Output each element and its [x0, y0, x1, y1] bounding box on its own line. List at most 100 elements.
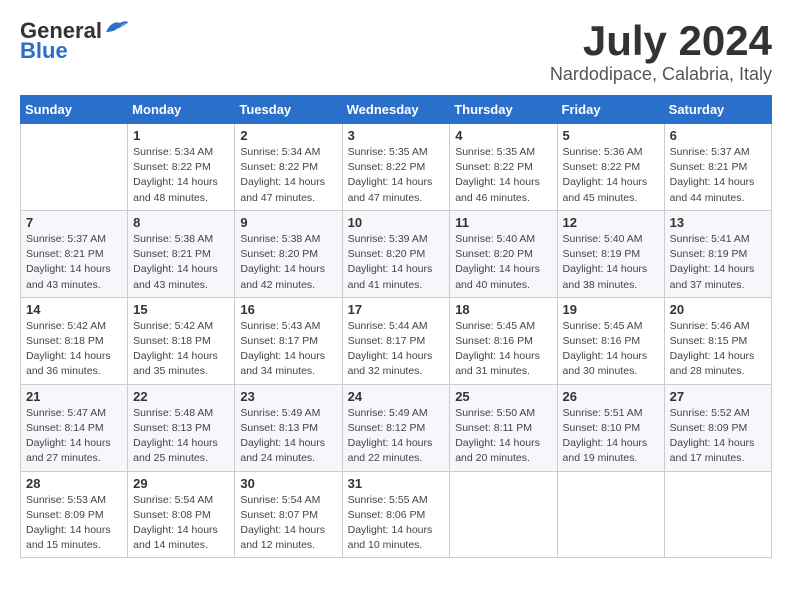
day-info: Sunrise: 5:35 AM Sunset: 8:22 PM Dayligh… — [348, 145, 445, 206]
day-number: 8 — [133, 215, 229, 230]
day-number: 6 — [670, 128, 766, 143]
day-number: 20 — [670, 302, 766, 317]
month-title: July 2024 — [550, 20, 772, 62]
day-number: 12 — [563, 215, 659, 230]
calendar-week-row: 1 Sunrise: 5:34 AM Sunset: 8:22 PM Daylig… — [21, 124, 772, 211]
calendar-cell — [664, 471, 771, 558]
calendar-cell: 23 Sunrise: 5:49 AM Sunset: 8:13 PM Dayli… — [235, 384, 342, 471]
calendar-cell — [450, 471, 557, 558]
calendar-cell: 15 Sunrise: 5:42 AM Sunset: 8:18 PM Dayli… — [128, 297, 235, 384]
calendar-week-row: 14 Sunrise: 5:42 AM Sunset: 8:18 PM Dayli… — [21, 297, 772, 384]
col-header-sunday: Sunday — [21, 96, 128, 124]
day-info: Sunrise: 5:52 AM Sunset: 8:09 PM Dayligh… — [670, 406, 766, 467]
day-number: 23 — [240, 389, 336, 404]
day-info: Sunrise: 5:49 AM Sunset: 8:13 PM Dayligh… — [240, 406, 336, 467]
calendar-table: SundayMondayTuesdayWednesdayThursdayFrid… — [20, 95, 772, 558]
col-header-friday: Friday — [557, 96, 664, 124]
calendar-cell: 11 Sunrise: 5:40 AM Sunset: 8:20 PM Dayli… — [450, 210, 557, 297]
day-number: 9 — [240, 215, 336, 230]
calendar-cell: 7Sunrise: 5:37 AM Sunset: 8:21 PM Daylig… — [21, 210, 128, 297]
day-number: 31 — [348, 476, 445, 491]
calendar-cell: 5Sunrise: 5:36 AM Sunset: 8:22 PM Daylig… — [557, 124, 664, 211]
day-info: Sunrise: 5:50 AM Sunset: 8:11 PM Dayligh… — [455, 406, 551, 467]
calendar-cell: 20 Sunrise: 5:46 AM Sunset: 8:15 PM Dayli… — [664, 297, 771, 384]
calendar-week-row: 21Sunrise: 5:47 AM Sunset: 8:14 PM Dayli… — [21, 384, 772, 471]
day-info: Sunrise: 5:39 AM Sunset: 8:20 PM Dayligh… — [348, 232, 445, 293]
day-info: Sunrise: 5:42 AM Sunset: 8:18 PM Dayligh… — [133, 319, 229, 380]
calendar-cell — [21, 124, 128, 211]
day-number: 28 — [26, 476, 122, 491]
day-number: 2 — [240, 128, 336, 143]
col-header-wednesday: Wednesday — [342, 96, 450, 124]
col-header-thursday: Thursday — [450, 96, 557, 124]
day-info: Sunrise: 5:34 AM Sunset: 8:22 PM Dayligh… — [240, 145, 336, 206]
day-number: 18 — [455, 302, 551, 317]
calendar-cell: 2 Sunrise: 5:34 AM Sunset: 8:22 PM Daylig… — [235, 124, 342, 211]
day-info: Sunrise: 5:54 AM Sunset: 8:08 PM Dayligh… — [133, 493, 229, 554]
calendar-cell: 16 Sunrise: 5:43 AM Sunset: 8:17 PM Dayli… — [235, 297, 342, 384]
calendar-cell: 9Sunrise: 5:38 AM Sunset: 8:20 PM Daylig… — [235, 210, 342, 297]
calendar-header-row: SundayMondayTuesdayWednesdayThursdayFrid… — [21, 96, 772, 124]
day-info: Sunrise: 5:35 AM Sunset: 8:22 PM Dayligh… — [455, 145, 551, 206]
day-info: Sunrise: 5:37 AM Sunset: 8:21 PM Dayligh… — [670, 145, 766, 206]
page-header: General Blue July 2024 Nardodipace, Cala… — [20, 20, 772, 85]
day-info: Sunrise: 5:49 AM Sunset: 8:12 PM Dayligh… — [348, 406, 445, 467]
day-info: Sunrise: 5:38 AM Sunset: 8:21 PM Dayligh… — [133, 232, 229, 293]
calendar-cell: 3Sunrise: 5:35 AM Sunset: 8:22 PM Daylig… — [342, 124, 450, 211]
calendar-cell: 4 Sunrise: 5:35 AM Sunset: 8:22 PM Daylig… — [450, 124, 557, 211]
day-number: 15 — [133, 302, 229, 317]
title-section: July 2024 Nardodipace, Calabria, Italy — [550, 20, 772, 85]
day-number: 13 — [670, 215, 766, 230]
calendar-cell: 29 Sunrise: 5:54 AM Sunset: 8:08 PM Dayli… — [128, 471, 235, 558]
calendar-cell: 19Sunrise: 5:45 AM Sunset: 8:16 PM Dayli… — [557, 297, 664, 384]
calendar-cell: 30 Sunrise: 5:54 AM Sunset: 8:07 PM Dayli… — [235, 471, 342, 558]
day-number: 29 — [133, 476, 229, 491]
calendar-cell: 24 Sunrise: 5:49 AM Sunset: 8:12 PM Dayli… — [342, 384, 450, 471]
day-number: 14 — [26, 302, 122, 317]
day-info: Sunrise: 5:43 AM Sunset: 8:17 PM Dayligh… — [240, 319, 336, 380]
calendar-cell: 1 Sunrise: 5:34 AM Sunset: 8:22 PM Daylig… — [128, 124, 235, 211]
calendar-cell — [557, 471, 664, 558]
day-number: 1 — [133, 128, 229, 143]
logo: General Blue — [20, 20, 130, 62]
day-number: 24 — [348, 389, 445, 404]
day-info: Sunrise: 5:37 AM Sunset: 8:21 PM Dayligh… — [26, 232, 122, 293]
calendar-cell: 18 Sunrise: 5:45 AM Sunset: 8:16 PM Dayli… — [450, 297, 557, 384]
calendar-cell: 22 Sunrise: 5:48 AM Sunset: 8:13 PM Dayli… — [128, 384, 235, 471]
day-number: 22 — [133, 389, 229, 404]
day-number: 30 — [240, 476, 336, 491]
day-number: 21 — [26, 389, 122, 404]
day-number: 19 — [563, 302, 659, 317]
calendar-cell: 17Sunrise: 5:44 AM Sunset: 8:17 PM Dayli… — [342, 297, 450, 384]
calendar-week-row: 28 Sunrise: 5:53 AM Sunset: 8:09 PM Dayli… — [21, 471, 772, 558]
calendar-cell: 13Sunrise: 5:41 AM Sunset: 8:19 PM Dayli… — [664, 210, 771, 297]
day-info: Sunrise: 5:40 AM Sunset: 8:19 PM Dayligh… — [563, 232, 659, 293]
calendar-cell: 21Sunrise: 5:47 AM Sunset: 8:14 PM Dayli… — [21, 384, 128, 471]
day-number: 16 — [240, 302, 336, 317]
day-number: 4 — [455, 128, 551, 143]
day-info: Sunrise: 5:54 AM Sunset: 8:07 PM Dayligh… — [240, 493, 336, 554]
calendar-cell: 6 Sunrise: 5:37 AM Sunset: 8:21 PM Daylig… — [664, 124, 771, 211]
col-header-monday: Monday — [128, 96, 235, 124]
location-title: Nardodipace, Calabria, Italy — [550, 64, 772, 85]
calendar-cell: 27Sunrise: 5:52 AM Sunset: 8:09 PM Dayli… — [664, 384, 771, 471]
day-info: Sunrise: 5:48 AM Sunset: 8:13 PM Dayligh… — [133, 406, 229, 467]
day-info: Sunrise: 5:44 AM Sunset: 8:17 PM Dayligh… — [348, 319, 445, 380]
col-header-saturday: Saturday — [664, 96, 771, 124]
day-number: 11 — [455, 215, 551, 230]
logo-blue: Blue — [20, 40, 68, 62]
day-info: Sunrise: 5:53 AM Sunset: 8:09 PM Dayligh… — [26, 493, 122, 554]
day-info: Sunrise: 5:55 AM Sunset: 8:06 PM Dayligh… — [348, 493, 445, 554]
calendar-cell: 14Sunrise: 5:42 AM Sunset: 8:18 PM Dayli… — [21, 297, 128, 384]
logo-bird-icon — [104, 18, 130, 36]
day-info: Sunrise: 5:36 AM Sunset: 8:22 PM Dayligh… — [563, 145, 659, 206]
day-info: Sunrise: 5:46 AM Sunset: 8:15 PM Dayligh… — [670, 319, 766, 380]
day-info: Sunrise: 5:45 AM Sunset: 8:16 PM Dayligh… — [455, 319, 551, 380]
day-number: 10 — [348, 215, 445, 230]
day-info: Sunrise: 5:34 AM Sunset: 8:22 PM Dayligh… — [133, 145, 229, 206]
calendar-cell: 26Sunrise: 5:51 AM Sunset: 8:10 PM Dayli… — [557, 384, 664, 471]
calendar-cell: 25 Sunrise: 5:50 AM Sunset: 8:11 PM Dayli… — [450, 384, 557, 471]
day-info: Sunrise: 5:40 AM Sunset: 8:20 PM Dayligh… — [455, 232, 551, 293]
calendar-cell: 12 Sunrise: 5:40 AM Sunset: 8:19 PM Dayli… — [557, 210, 664, 297]
day-number: 25 — [455, 389, 551, 404]
